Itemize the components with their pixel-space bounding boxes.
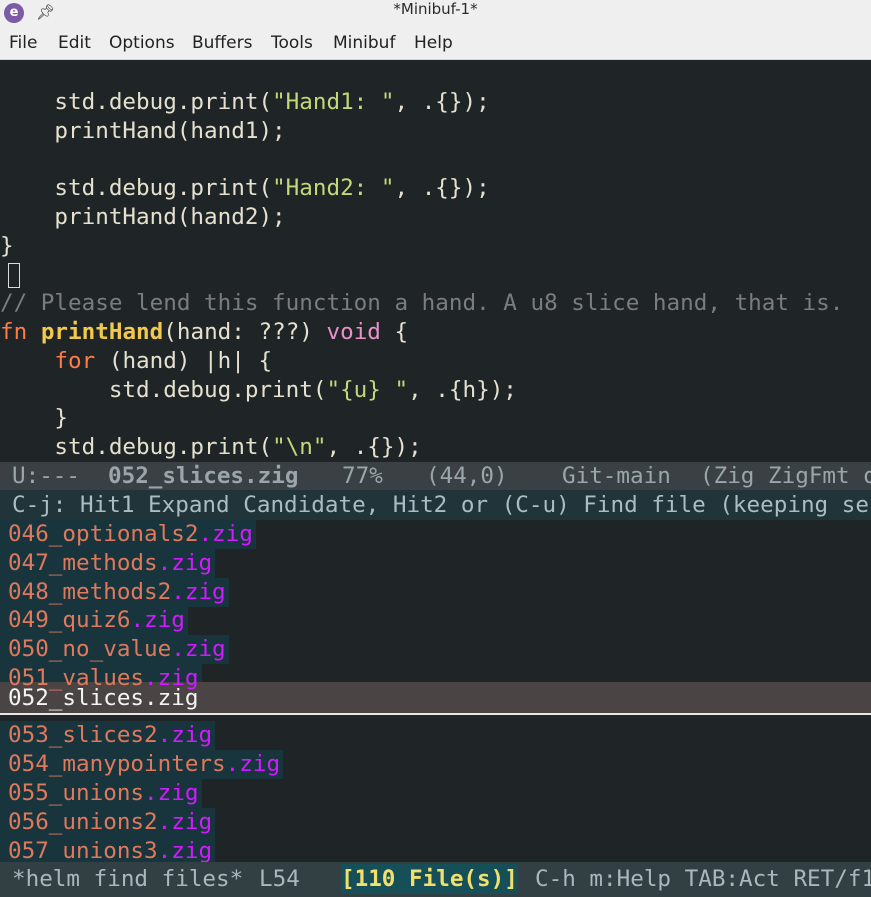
mode-line[interactable]: U:--- 052_slices.zig 77% (44,0) Git-main… [0,462,871,490]
code-line: } [0,233,14,259]
mode-line-modes[interactable]: (Zig ZigFmt o [700,462,871,490]
candidate-item[interactable]: 046_optionals2.zig [8,520,253,549]
menu-options[interactable]: Options [109,33,175,53]
minibuffer-hint: C-j: Hit1 Expand Candidate, Hit2 or (C-u… [0,490,871,520]
text-cursor [8,263,20,288]
code-line: std.debug.print("Hand1: ", .{}); [0,89,490,115]
candidate-item[interactable]: 057_unions3.zig [8,837,212,862]
menu-buffers[interactable]: Buffers [192,33,252,53]
menu-bar: File Edit Options Buffers Tools Minibuf … [0,27,871,60]
helm-candidate-list[interactable]: 046_optionals2.zig 047_methods.zig 048_m… [0,520,871,862]
candidate-item-selected[interactable]: 052_slices.zig [8,684,198,713]
menu-edit[interactable]: Edit [58,33,91,53]
code-line: std.debug.print("Hand2: ", .{}); [0,175,490,201]
mode-line-percent: 77% [342,463,383,489]
title-bar: e 📌︎ *Minibuf-1* [0,0,871,27]
candidate-item[interactable]: 053_slices2.zig [8,721,212,750]
menu-minibuf[interactable]: Minibuf [333,33,395,53]
mode-line-vc[interactable]: Git-main [562,462,671,490]
helm-file-count: [110 File(s)] [341,864,518,894]
code-comment: // Please lend this function a hand. A u… [0,290,844,316]
candidate-item[interactable]: 048_methods2.zig [8,578,226,607]
code-buffer[interactable]: std.debug.print("Hand1: ", .{}); printHa… [0,60,871,462]
menu-file[interactable]: File [9,33,37,53]
mode-line-state: U:--- [12,463,81,489]
code-line: printHand(hand1); [0,118,286,144]
menu-help[interactable]: Help [414,33,453,53]
code-line: std.debug.print("\n", .{}); [0,434,422,460]
code-line: printHand(hand2); [0,204,286,230]
candidate-item[interactable]: 054_manypointers.zig [8,750,280,779]
mode-line-buffer-name[interactable]: 052_slices.zig [108,462,298,490]
candidate-item[interactable]: 047_methods.zig [8,549,212,578]
helm-line-number: L54 [259,866,300,892]
mode-line-position: (44,0) [426,463,508,489]
window-title: *Minibuf-1* [393,0,478,18]
helm-buffer-name: *helm find files* [12,866,244,892]
menu-tools[interactable]: Tools [271,33,313,53]
candidate-item[interactable]: 049_quiz6.zig [8,606,185,635]
helm-mode-line[interactable]: *helm find files* L54 [110 File(s)] C-h … [0,862,871,897]
candidate-item[interactable]: 050_no_value.zig [8,635,226,664]
candidate-item[interactable]: 056_unions2.zig [8,808,212,837]
code-line: for (hand) |h| { [54,348,273,374]
helm-help-keys: C-h m:Help TAB:Act RET/f1 [535,866,871,892]
code-line: std.debug.print("{u} ", .{h}); [0,377,517,403]
minibuffer-hint-text: C-j: Hit1 Expand Candidate, Hit2 or (C-u… [12,492,869,518]
code-line: fn printHand(hand: ???) void { [0,319,409,345]
code-line: } [0,405,69,431]
candidate-item[interactable]: 055_unions.zig [8,779,198,808]
